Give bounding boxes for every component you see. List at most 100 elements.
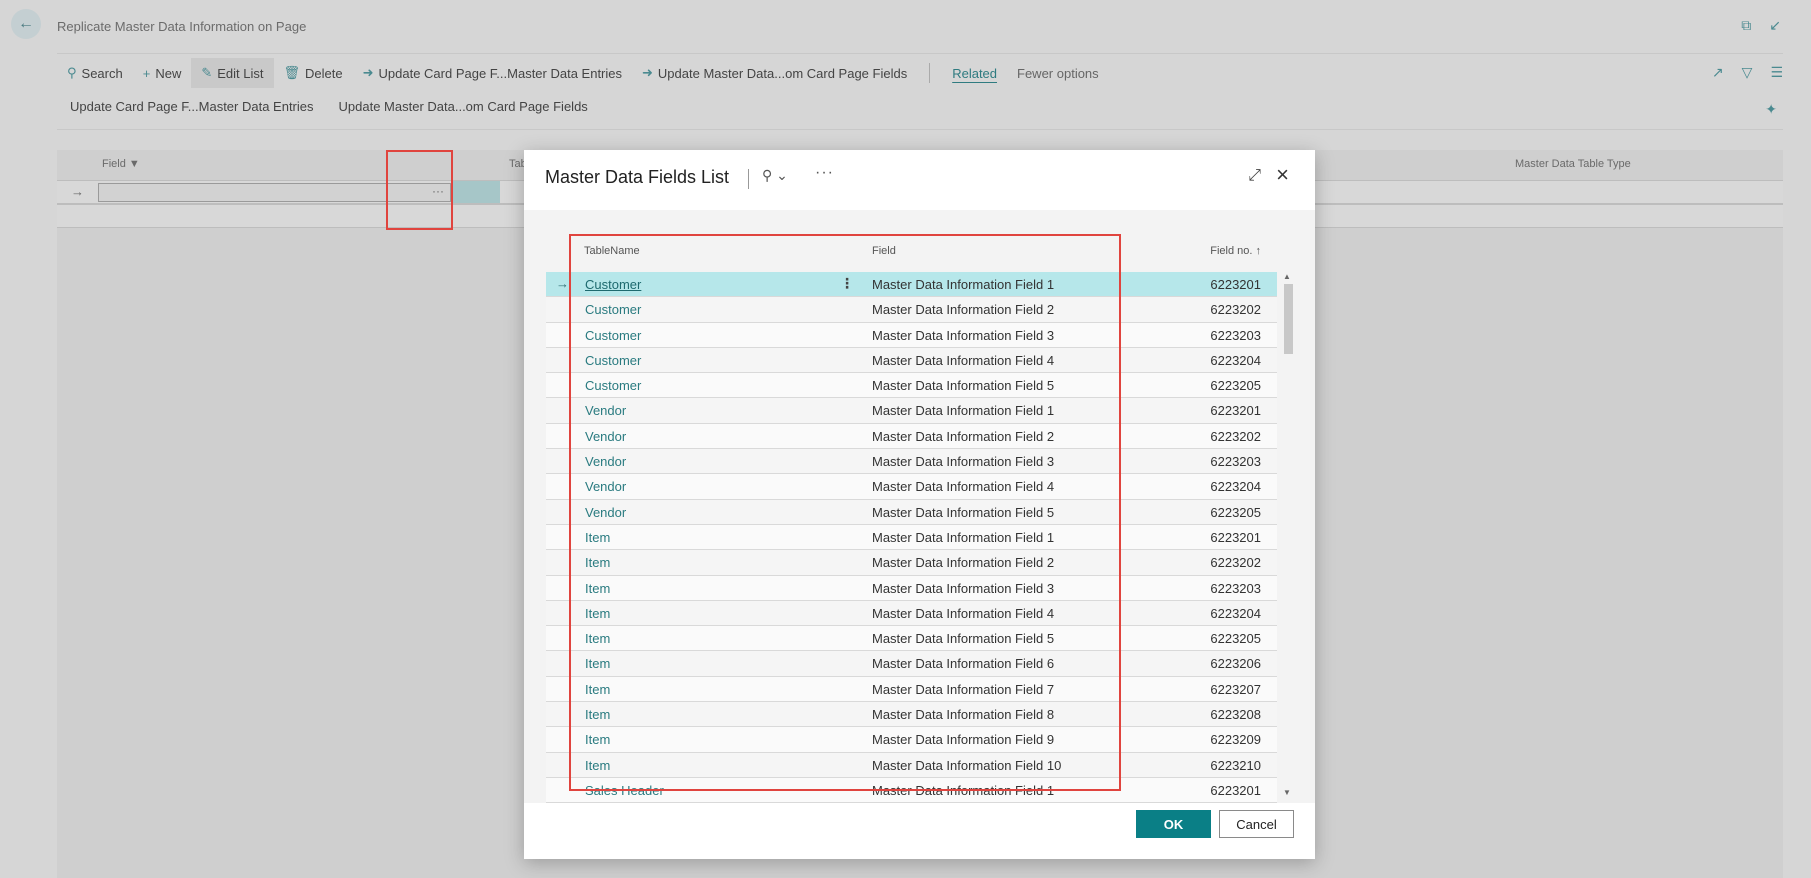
more-options-icon[interactable]: ···	[815, 164, 834, 182]
table-row[interactable]: Vendor Master Data Information Field 3 622…	[546, 449, 1277, 475]
search-icon: ⚲	[67, 65, 77, 80]
table-row[interactable]: Vendor Master Data Information Field 1 622…	[546, 398, 1277, 424]
table-row[interactable]: Customer Master Data Information Field 2 6…	[546, 297, 1277, 323]
open-new-window-icon[interactable]: ⧉	[1741, 17, 1751, 34]
scroll-up-icon[interactable]: ▲	[1283, 272, 1291, 281]
field-cell: Master Data Information Field 9	[872, 732, 1055, 748]
table-row[interactable]: Item Master Data Information Field 3 62232…	[546, 575, 1277, 601]
tablename-cell[interactable]: Customer	[585, 328, 641, 343]
tablename-cell[interactable]: Item	[585, 732, 610, 747]
column-header-tablename[interactable]: TableName	[584, 245, 640, 257]
update-card-page-action[interactable]: ➜ Update Card Page F...Master Data Entrie…	[353, 58, 632, 88]
update-master-data-promoted[interactable]: Update Master Data...om Card Page Fields	[339, 99, 588, 114]
tablename-cell[interactable]: Item	[585, 530, 610, 545]
field-cell: Master Data Information Field 1	[872, 403, 1055, 419]
table-row[interactable]: Item Master Data Information Field 1 62232…	[546, 524, 1277, 551]
cancel-button[interactable]: Cancel	[1219, 810, 1294, 838]
fieldno-cell: 6223202	[1210, 428, 1261, 444]
fieldno-cell: 6223209	[1210, 732, 1261, 748]
table-row[interactable]: Sales Header Master Data Information Fiel…	[546, 777, 1277, 804]
tablename-cell[interactable]: Vendor	[585, 429, 626, 444]
table-row[interactable]: Item Master Data Information Field 10 6223…	[546, 752, 1277, 778]
expand-icon[interactable]: ⤢	[1248, 167, 1261, 185]
edit-list-action[interactable]: ✎ Edit List	[191, 58, 274, 88]
list-view-icon[interactable]: ☰	[1770, 64, 1783, 81]
fieldno-cell: 6223210	[1210, 757, 1261, 773]
table-row[interactable]: Item Master Data Information Field 2 62232…	[546, 550, 1277, 576]
tablename-cell[interactable]: Item	[585, 631, 610, 646]
row-menu-icon[interactable]: ⋮	[840, 275, 854, 292]
tablename-cell[interactable]: Item	[585, 555, 610, 570]
back-button[interactable]: ←	[11, 9, 41, 39]
close-icon[interactable]: ×	[1276, 162, 1289, 188]
field-cell: Master Data Information Field 5	[872, 378, 1055, 394]
field-cell: Master Data Information Field 4	[872, 352, 1055, 368]
column-header-master-type[interactable]: Master Data Table Type	[1515, 158, 1631, 170]
tablename-cell[interactable]: Vendor	[585, 403, 626, 418]
tablename-cell[interactable]: Customer	[585, 277, 641, 292]
table-row[interactable]: Item Master Data Information Field 7 62232…	[546, 676, 1277, 703]
collapse-icon[interactable]: ↙	[1769, 17, 1781, 34]
tablename-cell[interactable]: Customer	[585, 378, 641, 393]
fields-grid: TableName Field Field no. ↑ → ⋮ Customer Ma…	[546, 232, 1277, 804]
filter-icon: ▼	[128, 158, 140, 170]
table-row[interactable]: Vendor Master Data Information Field 4 622…	[546, 474, 1277, 500]
scroll-thumb[interactable]	[1284, 284, 1293, 354]
fieldno-cell: 6223202	[1210, 302, 1261, 318]
column-header-field[interactable]: Field	[872, 245, 896, 257]
window-controls: ⧉ ↙	[1741, 17, 1781, 34]
tablename-cell[interactable]: Customer	[585, 353, 641, 368]
fieldno-cell: 6223206	[1210, 656, 1261, 672]
table-row[interactable]: Item Master Data Information Field 4 62232…	[546, 600, 1277, 627]
dialog-body: TableName Field Field no. ↑ → ⋮ Customer Ma…	[524, 210, 1315, 804]
tablename-cell[interactable]: Sales Header	[585, 783, 664, 798]
ok-button[interactable]: OK	[1136, 810, 1211, 838]
table-row[interactable]: Item Master Data Information Field 6 62232…	[546, 651, 1277, 677]
tablename-cell[interactable]: Vendor	[585, 505, 626, 520]
new-label: New	[155, 65, 182, 81]
column-header-fieldno[interactable]: Field no. ↑	[1210, 245, 1261, 257]
scrollbar[interactable]: ▲ ▼	[1281, 270, 1293, 803]
search-action[interactable]: ⚲ Search	[57, 58, 133, 88]
tablename-cell[interactable]: Item	[585, 758, 610, 773]
arrow-right-icon: →	[556, 276, 569, 291]
column-header-field[interactable]: Field ▼	[102, 158, 140, 170]
table-row[interactable]: → ⋮ Customer Master Data Information Field …	[546, 272, 1277, 298]
table-row[interactable]: Customer Master Data Information Field 3 6…	[546, 322, 1277, 348]
fewer-options-button[interactable]: Fewer options	[1007, 66, 1109, 81]
tablename-cell[interactable]: Customer	[585, 302, 641, 317]
field-cell: Master Data Information Field 10	[872, 757, 1062, 773]
field-cell: Master Data Information Field 1	[872, 782, 1055, 798]
dialog-title: Master Data Fields List	[545, 167, 730, 187]
table-row[interactable]: Item Master Data Information Field 9 62232…	[546, 727, 1277, 753]
tablename-cell[interactable]: Item	[585, 606, 610, 621]
search-dropdown[interactable]: ⚲ ⌄	[762, 167, 788, 184]
filter-icon[interactable]: ▽	[1742, 64, 1753, 81]
table-row[interactable]: Customer Master Data Information Field 4 6…	[546, 347, 1277, 374]
new-action[interactable]: + New	[133, 58, 192, 88]
table-row[interactable]: Item Master Data Information Field 5 62232…	[546, 626, 1277, 652]
update-card-page-promoted[interactable]: Update Card Page F...Master Data Entries	[70, 99, 314, 114]
fieldno-cell: 6223204	[1210, 352, 1261, 368]
share-icon[interactable]: ↗	[1712, 64, 1724, 81]
tablename-cell[interactable]: Item	[585, 656, 610, 671]
scroll-down-icon[interactable]: ▼	[1283, 788, 1291, 797]
field-cell: Master Data Information Field 3	[872, 327, 1055, 343]
update-master-data-action[interactable]: ➜ Update Master Data...om Card Page Field…	[632, 58, 917, 88]
delete-action[interactable]: 🗑 Delete	[274, 58, 353, 88]
table-row[interactable]: Vendor Master Data Information Field 5 622…	[546, 499, 1277, 525]
fieldno-cell: 6223207	[1210, 681, 1261, 697]
table-row[interactable]: Item Master Data Information Field 8 62232…	[546, 702, 1277, 728]
tablename-cell[interactable]: Vendor	[585, 479, 626, 494]
fieldno-cell: 6223203	[1210, 454, 1261, 470]
pin-icon[interactable]: ✦	[1765, 101, 1777, 118]
fieldno-cell: 6223205	[1210, 631, 1261, 647]
related-tab[interactable]: Related	[942, 66, 1007, 81]
table-row[interactable]: Vendor Master Data Information Field 2 622…	[546, 423, 1277, 450]
tablename-cell[interactable]: Item	[585, 707, 610, 722]
table-cell-selected	[453, 181, 500, 203]
tablename-cell[interactable]: Item	[585, 682, 610, 697]
table-row[interactable]: Customer Master Data Information Field 5 6…	[546, 373, 1277, 399]
tablename-cell[interactable]: Item	[585, 581, 610, 596]
tablename-cell[interactable]: Vendor	[585, 454, 626, 469]
